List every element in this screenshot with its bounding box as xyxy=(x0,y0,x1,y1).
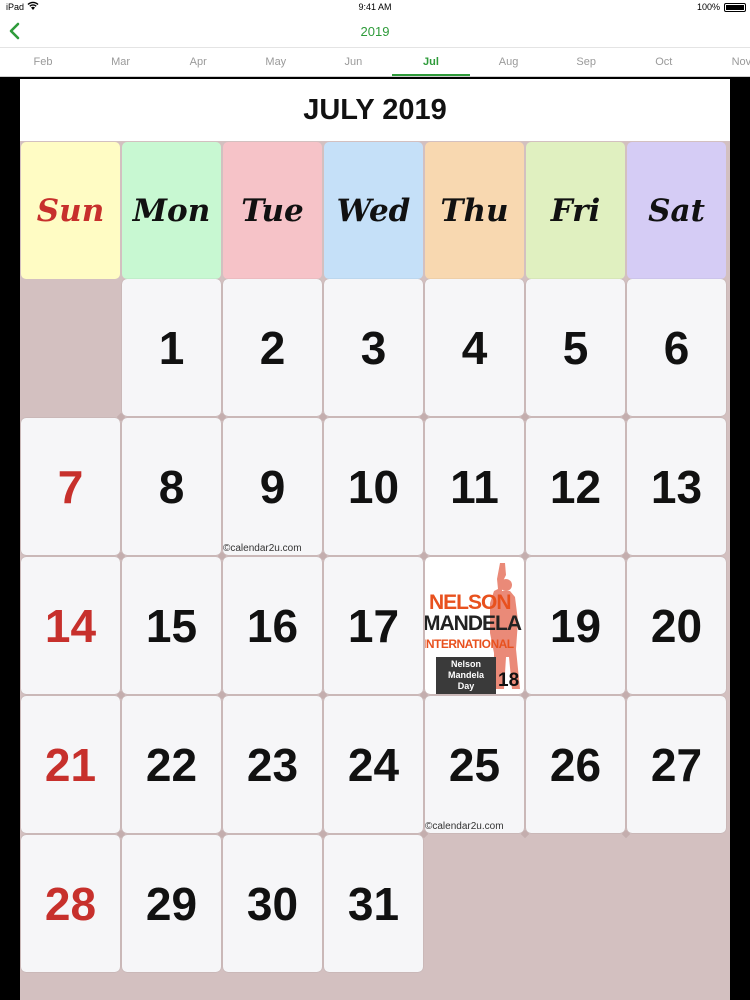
day-cell-17[interactable]: 17 xyxy=(324,557,423,694)
day-cell-18-event[interactable]: NELSON MANDELA INTERNATIONAL Nelson Mandela D… xyxy=(425,557,524,694)
chevron-left-icon xyxy=(9,22,20,40)
weekday-header-thu: Thu xyxy=(425,142,524,279)
tab-aug[interactable]: Aug xyxy=(470,48,548,76)
day-cell-6[interactable]: 6 xyxy=(627,279,726,416)
day-cell-26[interactable]: 26 xyxy=(526,696,625,833)
tab-mar[interactable]: Mar xyxy=(82,48,160,76)
day-cell-15[interactable]: 15 xyxy=(122,557,221,694)
day-cell-31[interactable]: 31 xyxy=(324,835,423,972)
weekday-header-tue: Tue xyxy=(223,142,322,279)
tab-feb[interactable]: Feb xyxy=(4,48,82,76)
day-cell-7[interactable]: 7 xyxy=(21,418,120,555)
day-cell-9[interactable]: 9 xyxy=(223,418,322,555)
weekday-header-sun: Sun xyxy=(21,142,120,279)
tab-oct[interactable]: Oct xyxy=(625,48,703,76)
weekday-header-sat: Sat xyxy=(627,142,726,279)
day-cell-10[interactable]: 10 xyxy=(324,418,423,555)
nelson-mandela-day-event: NELSON MANDELA INTERNATIONAL Nelson Mandela D… xyxy=(425,557,524,694)
day-cell-16[interactable]: 16 xyxy=(223,557,322,694)
day-cell-13[interactable]: 13 xyxy=(627,418,726,555)
tab-jun[interactable]: Jun xyxy=(314,48,392,76)
day-cell-25[interactable]: 25 xyxy=(425,696,524,833)
day-cell-24[interactable]: 24 xyxy=(324,696,423,833)
day-cell-12[interactable]: 12 xyxy=(526,418,625,555)
tab-may[interactable]: May xyxy=(237,48,315,76)
tab-jul[interactable]: Jul xyxy=(392,48,470,76)
event-mandela-text: MANDELA xyxy=(425,612,522,635)
year-title: 2019 xyxy=(360,24,390,39)
day-cell-30[interactable]: 30 xyxy=(223,835,322,972)
status-bar: iPad 9:41 AM 100% xyxy=(0,0,750,14)
calendar-title: JULY 2019 xyxy=(20,79,730,141)
weekday-header-fri: Fri xyxy=(526,142,625,279)
tab-sep[interactable]: Sep xyxy=(547,48,625,76)
tab-nov[interactable]: Nov xyxy=(702,48,750,76)
back-button[interactable] xyxy=(6,18,26,44)
day-cell-27[interactable]: 27 xyxy=(627,696,726,833)
day-cell-22[interactable]: 22 xyxy=(122,696,221,833)
day-cell-4[interactable]: 4 xyxy=(425,279,524,416)
weekday-header-mon: Mon xyxy=(122,142,221,279)
day-cell-20[interactable]: 20 xyxy=(627,557,726,694)
day-cell-23[interactable]: 23 xyxy=(223,696,322,833)
day-cell-29[interactable]: 29 xyxy=(122,835,221,972)
day-cell-19[interactable]: 19 xyxy=(526,557,625,694)
day-cell-14[interactable]: 14 xyxy=(21,557,120,694)
weekday-header-wed: Wed xyxy=(324,142,423,279)
status-time: 9:41 AM xyxy=(358,2,392,12)
battery-icon xyxy=(724,3,746,12)
day-cell-8[interactable]: 8 xyxy=(122,418,221,555)
day-cell-21[interactable]: 21 xyxy=(21,696,120,833)
watermark-text: ©calendar2u.com xyxy=(425,821,504,832)
day-cell-2[interactable]: 2 xyxy=(223,279,322,416)
battery-percent: 100% xyxy=(696,2,720,12)
event-label: Nelson Mandela Day xyxy=(436,657,496,694)
navigation-bar: 2019 xyxy=(0,14,750,48)
calendar-grid: JULY 2019 Sun Mon Tue Wed Thu Fri Sat 1 2 3 4 5 6 7 8 9… xyxy=(20,79,730,1000)
day-cell-28[interactable]: 28 xyxy=(21,835,120,972)
event-international-text: INTERNATIONAL xyxy=(425,637,514,651)
day-cell-11[interactable]: 11 xyxy=(425,418,524,555)
day-cell-3[interactable]: 3 xyxy=(324,279,423,416)
month-tab-bar: Feb Mar Apr May Jun Jul Aug Sep Oct Nov xyxy=(0,48,750,77)
day-number-18: 18 xyxy=(498,670,520,691)
tab-apr[interactable]: Apr xyxy=(159,48,237,76)
watermark-text: ©calendar2u.com xyxy=(223,543,302,554)
day-cell-1[interactable]: 1 xyxy=(122,279,221,416)
day-cell-5[interactable]: 5 xyxy=(526,279,625,416)
